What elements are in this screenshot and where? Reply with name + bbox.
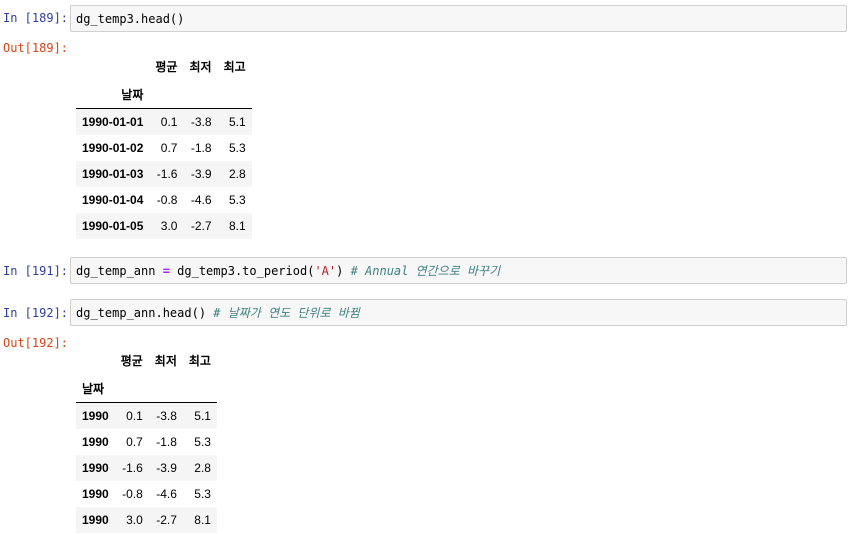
table-cell: -2.7 <box>190 219 212 233</box>
notebook-page: In [189]: dg_temp3.head() Out[189]: 평균 최… <box>0 0 853 534</box>
row-index: 1990-01-05 <box>82 219 144 233</box>
table-cell: 0.7 <box>126 435 143 449</box>
code-call: dg_temp_ann.head() <box>76 306 214 320</box>
row-index: 1990 <box>82 461 109 475</box>
table-cell: 2.8 <box>228 167 246 181</box>
table-cell: -1.6 <box>156 167 178 181</box>
table-cell: 8.1 <box>228 219 246 233</box>
in-prompt-192: In [192]: <box>3 306 69 320</box>
table-row: 1990 0.1 -3.8 5.1 <box>76 402 217 429</box>
column-header: 최고 <box>188 353 211 368</box>
table-cell: 0.1 <box>160 115 178 129</box>
table-cell: -4.6 <box>190 193 212 207</box>
table-cell: -3.9 <box>190 167 212 181</box>
row-index: 1990 <box>82 435 109 449</box>
code-operator: = <box>162 264 170 278</box>
table-cell: 5.1 <box>228 115 246 129</box>
table-cell: 8.1 <box>194 513 211 527</box>
out-prompt-189: Out[189]: <box>3 41 69 55</box>
table-cell: -1.8 <box>156 435 177 449</box>
in-prompt-189: In [189]: <box>3 11 69 25</box>
code-input-192[interactable]: dg_temp_ann.head() # 날짜가 연도 단위로 바뀜 <box>70 299 847 326</box>
code-input-191[interactable]: dg_temp_ann = dg_temp3.to_period('A') # … <box>70 257 847 284</box>
table-cell: -4.6 <box>156 487 177 501</box>
table-cell: 5.3 <box>194 487 211 501</box>
column-header: 최고 <box>223 59 246 74</box>
row-index: 1990-01-01 <box>82 115 144 129</box>
table-row: 1990-01-05 3.0 -2.7 8.1 <box>76 213 252 239</box>
table-row: 1990-01-02 0.7 -1.8 5.3 <box>76 135 252 161</box>
table-row: 1990-01-03 -1.6 -3.9 2.8 <box>76 161 252 187</box>
code-var: dg_temp_ann <box>76 264 163 278</box>
code-text-189: dg_temp3.head() <box>76 12 185 26</box>
table-cell: -0.8 <box>122 487 143 501</box>
table-row: 1990 0.7 -1.8 5.3 <box>76 429 217 455</box>
code-input-189[interactable]: dg_temp3.head() <box>70 5 847 32</box>
in-prompt-191: In [191]: <box>3 264 69 278</box>
dataframe-output-192: 평균 최저 최고 날짜 1990 0.1 -3.8 5.1 1990 0.7 -… <box>76 346 217 533</box>
table-cell: -3.8 <box>156 409 177 423</box>
table-cell: 3.0 <box>160 219 178 233</box>
table-cell: -2.7 <box>156 513 177 527</box>
index-name: 날짜 <box>76 374 115 403</box>
table-cell: -1.8 <box>190 141 212 155</box>
table-cell: 5.3 <box>194 435 211 449</box>
code-comment: # Annual 연간으로 바꾸기 <box>350 264 501 278</box>
column-header: 최저 <box>189 59 212 74</box>
row-index: 1990 <box>82 513 109 527</box>
table-row: 1990 -1.6 -3.9 2.8 <box>76 455 217 481</box>
header-blank <box>76 346 115 374</box>
row-index: 1990-01-03 <box>82 167 144 181</box>
table-cell: 0.7 <box>160 141 178 155</box>
dataframe-output-189: 평균 최저 최고 날짜 1990-01-01 0.1 -3.8 5.1 1990… <box>76 52 252 239</box>
column-header: 평균 <box>155 59 178 74</box>
table-cell: 3.0 <box>126 513 143 527</box>
column-header: 평균 <box>120 353 143 368</box>
code-close: ) <box>336 264 351 278</box>
table-cell: -0.8 <box>156 193 178 207</box>
column-header: 최저 <box>154 353 177 368</box>
row-index: 1990 <box>82 409 109 423</box>
out-prompt-192: Out[192]: <box>3 336 69 350</box>
row-index: 1990-01-02 <box>82 141 144 155</box>
code-string: 'A' <box>314 264 337 278</box>
table-cell: 0.1 <box>126 409 143 423</box>
table-row: 1990 -0.8 -4.6 5.3 <box>76 481 217 507</box>
table-cell: 5.3 <box>228 141 246 155</box>
table-cell: -3.8 <box>190 115 212 129</box>
table-row: 1990-01-04 -0.8 -4.6 5.3 <box>76 187 252 213</box>
code-comment: # 날짜가 연도 단위로 바뀜 <box>213 306 360 320</box>
table-row: 1990 3.0 -2.7 8.1 <box>76 507 217 533</box>
table-cell: 5.3 <box>228 193 246 207</box>
table-row: 1990-01-01 0.1 -3.8 5.1 <box>76 108 252 135</box>
header-blank <box>76 52 149 80</box>
table-cell: -1.6 <box>122 461 143 475</box>
table-cell: -3.9 <box>156 461 177 475</box>
table-cell: 2.8 <box>194 461 211 475</box>
table-cell: 5.1 <box>194 409 211 423</box>
index-name: 날짜 <box>76 80 150 109</box>
row-index: 1990 <box>82 487 109 501</box>
code-call: dg_temp3.to_period( <box>169 264 315 278</box>
row-index: 1990-01-04 <box>82 193 144 207</box>
